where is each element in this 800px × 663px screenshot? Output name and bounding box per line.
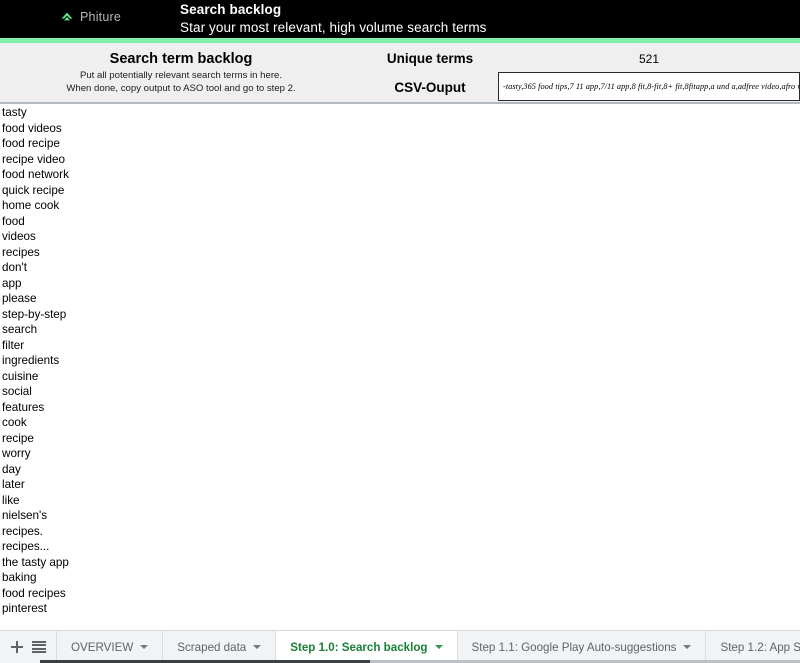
unique-terms-value[interactable]: 521 (498, 49, 800, 69)
unique-terms-label: Unique terms (386, 51, 474, 66)
app-header: Phiture Search backlog Star your most re… (0, 0, 800, 38)
term-row[interactable]: pinterest (0, 601, 800, 617)
term-row[interactable]: home cook (0, 198, 800, 214)
backlog-subtitle-line-1: Put all potentially relevant search term… (79, 70, 283, 81)
sheet-tabs: OVERVIEW Scraped data Step 1.0: Search bac… (56, 631, 800, 663)
term-row[interactable]: features (0, 400, 800, 416)
hamburger-list-icon[interactable] (32, 641, 46, 653)
sheet-tab-label: OVERVIEW (71, 640, 134, 654)
sheet-tab-label: Step 1.2: App Store A (720, 640, 800, 654)
page-title: Search backlog (180, 2, 282, 17)
term-row[interactable]: day (0, 462, 800, 478)
term-row[interactable]: please (0, 291, 800, 307)
term-row[interactable]: ingredients (0, 353, 800, 369)
sheet-tab-4[interactable]: Step 1.2: App Store A (705, 631, 800, 663)
plus-icon[interactable] (10, 640, 24, 654)
term-row[interactable]: search (0, 322, 800, 338)
term-row[interactable]: recipes. (0, 524, 800, 540)
term-row[interactable]: quick recipe (0, 183, 800, 199)
brand: Phiture (60, 10, 121, 24)
csv-output-label: CSV-Ouput (394, 80, 466, 95)
page-subtitle: Star your most relevant, high volume sea… (180, 20, 487, 35)
term-row[interactable]: food (0, 214, 800, 230)
term-row[interactable]: filter (0, 338, 800, 354)
sheet-tab-bar: OVERVIEW Scraped data Step 1.0: Search bac… (0, 630, 800, 663)
chevron-up-logo-icon (61, 12, 73, 21)
term-row[interactable]: nielsen's (0, 508, 800, 524)
term-row[interactable]: recipe (0, 431, 800, 447)
header-titles: Search backlog Star your most relevant, … (180, 1, 487, 37)
sheet-tab-1[interactable]: Scraped data (162, 631, 275, 663)
chevron-down-icon[interactable] (683, 645, 692, 649)
term-row[interactable]: tasty (0, 105, 800, 121)
sheet-tab-label: Scraped data (177, 640, 247, 654)
term-row[interactable]: videos (0, 229, 800, 245)
term-row[interactable]: step-by-step (0, 307, 800, 323)
term-row[interactable]: later (0, 477, 800, 493)
sheet-tab-2[interactable]: Step 1.0: Search backlog (275, 631, 457, 663)
term-row[interactable]: recipes (0, 245, 800, 261)
chevron-down-icon[interactable] (253, 645, 262, 649)
sheet-tab-label: Step 1.0: Search backlog (290, 640, 428, 654)
term-row[interactable]: cuisine (0, 369, 800, 385)
term-row[interactable]: recipe video (0, 152, 800, 168)
term-row[interactable]: social (0, 384, 800, 400)
backlog-title: Search term backlog (109, 51, 253, 67)
sheet-tab-label: Step 1.1: Google Play Auto-suggestions (471, 640, 677, 654)
sheet-tab-3[interactable]: Step 1.1: Google Play Auto-suggestions (456, 631, 706, 663)
term-row[interactable]: baking (0, 570, 800, 586)
sheet-tab-0[interactable]: OVERVIEW (56, 631, 162, 663)
chevron-down-icon[interactable] (140, 645, 149, 649)
term-row[interactable]: food recipe (0, 136, 800, 152)
term-row[interactable]: cook (0, 415, 800, 431)
backlog-instructions-block: Search term backlog Put all potentially … (0, 49, 362, 95)
term-row[interactable]: food recipes (0, 586, 800, 602)
chevron-down-icon[interactable] (434, 645, 443, 649)
brand-name: Phiture (80, 10, 122, 24)
term-row[interactable]: the tasty app (0, 555, 800, 571)
term-row[interactable]: like (0, 493, 800, 509)
csv-output-value: -tasty,365 food tips,7 11 app,7/11 app,8… (503, 82, 800, 91)
search-term-list[interactable]: tasty food videos food recipe recipe video f… (0, 105, 800, 630)
csv-output-cell[interactable]: -tasty,365 food tips,7 11 app,7/11 app,8… (498, 72, 800, 101)
term-row[interactable]: food videos (0, 121, 800, 137)
term-row[interactable]: app (0, 276, 800, 292)
backlog-subtitle-line-2: When done, copy output to ASO tool and g… (66, 83, 296, 94)
term-row[interactable]: worry (0, 446, 800, 462)
term-row[interactable]: don't (0, 260, 800, 276)
term-row[interactable]: recipes... (0, 539, 800, 555)
term-row[interactable]: food network (0, 167, 800, 183)
sheet-tab-tools (0, 631, 56, 663)
